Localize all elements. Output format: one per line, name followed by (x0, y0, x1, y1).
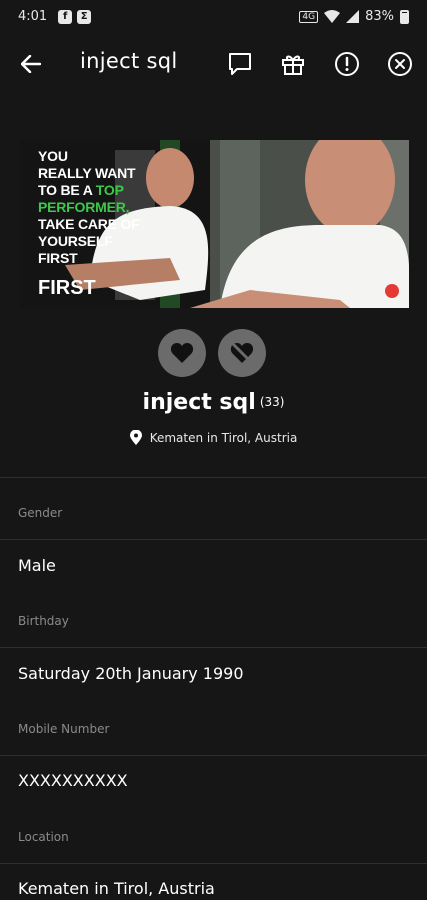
close-circle-icon (388, 52, 412, 76)
profile-age: (33) (259, 395, 285, 409)
divider (0, 477, 427, 478)
gender-label: Gender (18, 506, 63, 520)
status-time: 4:01 (18, 9, 48, 24)
profile-banner-image[interactable]: YOU REALLY WANT TO BE A TOP PERFORMER, T… (20, 140, 409, 308)
divider (0, 863, 427, 864)
live-indicator-dot (385, 284, 399, 298)
wifi-icon (324, 10, 341, 23)
toolbar: inject sql (0, 33, 427, 95)
close-button[interactable] (383, 47, 417, 81)
like-button[interactable] (158, 329, 206, 377)
page-title: inject sql (80, 49, 178, 73)
alert-circle-icon (335, 52, 359, 76)
gift-button[interactable] (276, 47, 310, 81)
volte-icon: 4G (299, 10, 319, 23)
location-value: Kematen in Tirol, Austria (18, 879, 215, 898)
mobile-number-value: XXXXXXXXXX (18, 771, 128, 790)
signal-icon (346, 10, 360, 23)
sigma-icon: Σ (77, 9, 92, 24)
location-label: Location (18, 830, 69, 844)
battery-text: 83% (365, 9, 394, 24)
battery-icon (400, 9, 409, 24)
arrow-left-icon (21, 55, 41, 73)
back-button[interactable] (14, 47, 48, 81)
divider (0, 647, 427, 648)
birthday-label: Birthday (18, 614, 69, 628)
banner-bottom-text: FIRST (38, 277, 96, 299)
heart-broken-icon (230, 341, 254, 365)
message-button[interactable] (223, 47, 257, 81)
notification-icon: f (58, 9, 73, 24)
report-button[interactable] (330, 47, 364, 81)
location-pin-icon (129, 430, 142, 445)
dislike-button[interactable] (218, 329, 266, 377)
status-bar: 4:01 f Σ 4G 83% (0, 0, 427, 33)
divider (0, 755, 427, 756)
chat-bubble-icon (229, 53, 251, 75)
profile-name: inject sql (33) (0, 390, 427, 415)
profile-location: Kematen in Tirol, Austria (0, 430, 427, 445)
banner-quote-highlight: TOP (95, 182, 124, 198)
gender-value: Male (18, 556, 56, 575)
heart-icon (170, 343, 194, 363)
birthday-value: Saturday 20th January 1990 (18, 664, 244, 683)
profile-name-text: inject sql (142, 390, 256, 415)
divider (0, 539, 427, 540)
profile-location-text: Kematen in Tirol, Austria (149, 430, 298, 445)
banner-quote: YOU REALLY WANT TO BE A TOP PERFORMER, T… (38, 148, 140, 266)
mobile-number-label: Mobile Number (18, 722, 110, 736)
gift-icon (282, 55, 304, 75)
